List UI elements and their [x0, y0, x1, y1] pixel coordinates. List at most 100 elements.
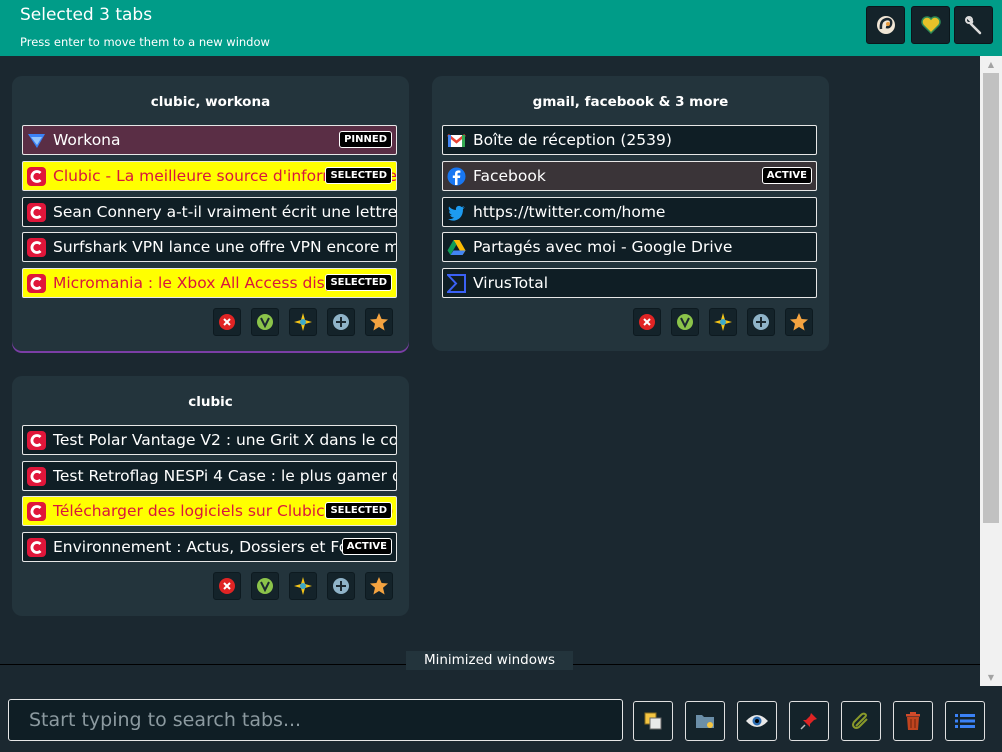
scroll-up-icon[interactable]: ▲ — [980, 56, 1002, 73]
star-icon — [790, 313, 808, 331]
tab-item[interactable]: Test Polar Vantage V2 : une Grit X dans … — [22, 425, 397, 455]
add-icon — [753, 314, 769, 330]
sparkle-icon — [294, 577, 312, 595]
tab-item[interactable]: Workona PINNED — [22, 125, 397, 155]
open-in-vivaldi-button[interactable] — [251, 572, 279, 600]
tab-title: Facebook — [473, 167, 546, 185]
tab-item[interactable]: https://twitter.com/home — [442, 197, 817, 227]
wrench-icon — [964, 16, 981, 35]
active-badge: ACTIVE — [761, 167, 812, 184]
add-tab-button[interactable] — [747, 308, 775, 336]
window-card[interactable]: clubic, workona Workona PINNED Clubic - … — [12, 76, 409, 351]
pinned-badge: PINNED — [339, 131, 392, 148]
close-window-button[interactable] — [213, 572, 241, 600]
scrollbar[interactable]: ▲ ▼ — [980, 56, 1002, 686]
star-window-button[interactable] — [365, 572, 393, 600]
folder-button[interactable] — [685, 701, 725, 741]
window-card[interactable]: clubic Test Polar Vantage V2 : une Grit … — [12, 376, 409, 616]
clubic-icon — [27, 467, 46, 486]
clubic-icon — [27, 203, 46, 222]
page-title: Selected 3 tabs — [20, 5, 153, 25]
add-icon — [333, 578, 349, 594]
trash-icon — [906, 712, 920, 730]
tab-item[interactable]: Partagés avec moi - Google Drive — [442, 232, 817, 262]
selected-badge: SELECTED — [325, 167, 392, 184]
close-icon — [639, 314, 655, 330]
star-icon — [370, 313, 388, 331]
tab-item[interactable]: VirusTotal — [442, 268, 817, 298]
star-window-button[interactable] — [785, 308, 813, 336]
vivaldi-icon — [677, 314, 693, 330]
tab-item[interactable]: Sean Connery a-t-il vraiment écrit une l… — [22, 197, 397, 227]
tab-item[interactable]: Facebook ACTIVE — [442, 161, 817, 191]
active-badge: ACTIVE — [341, 538, 392, 555]
tab-title: Workona — [53, 131, 121, 149]
twitter-icon — [448, 205, 465, 221]
folder-icon — [696, 715, 714, 728]
tab-item[interactable]: Environnement : Actus, Dossiers et Forum… — [22, 532, 397, 562]
highlight-button[interactable] — [709, 308, 737, 336]
favorite-button[interactable] — [911, 6, 950, 44]
tab-title: Sean Connery a-t-il vraiment écrit une l… — [53, 203, 397, 221]
tab-item[interactable]: Boîte de réception (2539) — [442, 125, 817, 155]
tab-title: Test Polar Vantage V2 : une Grit X dans … — [53, 431, 397, 449]
tab-title: Test Retroflag NESPi 4 Case : le plus ga… — [53, 467, 397, 485]
highlight-button[interactable] — [289, 572, 317, 600]
scroll-down-icon[interactable]: ▼ — [980, 669, 1002, 686]
tab-title: VirusTotal — [473, 274, 549, 292]
tab-item[interactable]: Test Retroflag NESPi 4 Case : le plus ga… — [22, 461, 397, 491]
open-in-vivaldi-button[interactable] — [251, 308, 279, 336]
window-card[interactable]: gmail, facebook & 3 more Boîte de récept… — [432, 76, 829, 351]
pin-icon — [800, 713, 817, 730]
delete-button[interactable] — [893, 701, 933, 741]
attach-button[interactable] — [841, 701, 881, 741]
search-input[interactable] — [8, 699, 623, 741]
paperclip-icon — [852, 712, 868, 729]
logo-icon — [876, 16, 895, 34]
view-button[interactable] — [737, 701, 777, 741]
sparkle-icon — [714, 313, 732, 331]
tab-item[interactable]: Micromania : le Xbox All Access disponib… — [22, 268, 397, 298]
clubic-icon — [27, 167, 46, 186]
tab-item[interactable]: Télécharger des logiciels sur Clubic (gr… — [22, 496, 397, 526]
sparkle-icon — [294, 313, 312, 331]
tab-title: https://twitter.com/home — [473, 203, 666, 221]
close-icon — [219, 314, 235, 330]
scrollbar-thumb[interactable] — [983, 73, 999, 523]
settings-button[interactable] — [954, 6, 993, 44]
header-bar: Selected 3 tabs Press enter to move them… — [0, 0, 1002, 56]
pin-button[interactable] — [789, 701, 829, 741]
tab-title: Surfshark VPN lance une offre VPN encore… — [53, 238, 397, 256]
clubic-icon — [27, 431, 46, 450]
clubic-icon — [27, 538, 46, 557]
add-icon — [333, 314, 349, 330]
window-title: clubic — [188, 394, 233, 410]
selected-badge: SELECTED — [325, 502, 392, 519]
google-drive-icon — [447, 240, 466, 255]
close-icon — [219, 578, 235, 594]
add-tab-button[interactable] — [327, 308, 355, 336]
facebook-icon — [447, 167, 466, 186]
page-subtitle: Press enter to move them to a new window — [20, 35, 270, 49]
window-actions — [208, 308, 393, 336]
tab-item[interactable]: Surfshark VPN lance une offre VPN encore… — [22, 232, 397, 262]
open-in-vivaldi-button[interactable] — [671, 308, 699, 336]
list-icon — [955, 714, 975, 728]
virustotal-icon — [447, 274, 466, 293]
copy-icon — [644, 712, 662, 730]
close-window-button[interactable] — [633, 308, 661, 336]
tab-title: Partagés avec moi - Google Drive — [473, 238, 733, 256]
copy-button[interactable] — [633, 701, 673, 741]
workona-icon — [28, 134, 45, 148]
close-window-button[interactable] — [213, 308, 241, 336]
list-view-button[interactable] — [945, 701, 985, 741]
star-window-button[interactable] — [365, 308, 393, 336]
window-title: clubic, workona — [150, 94, 271, 110]
highlight-button[interactable] — [289, 308, 317, 336]
window-actions — [208, 572, 393, 600]
tab-item[interactable]: Clubic - La meilleure source d'informati… — [22, 161, 397, 191]
add-tab-button[interactable] — [327, 572, 355, 600]
extension-logo-button[interactable] — [866, 6, 905, 44]
eye-icon — [746, 715, 768, 727]
minimized-windows-label: Minimized windows — [406, 651, 573, 670]
